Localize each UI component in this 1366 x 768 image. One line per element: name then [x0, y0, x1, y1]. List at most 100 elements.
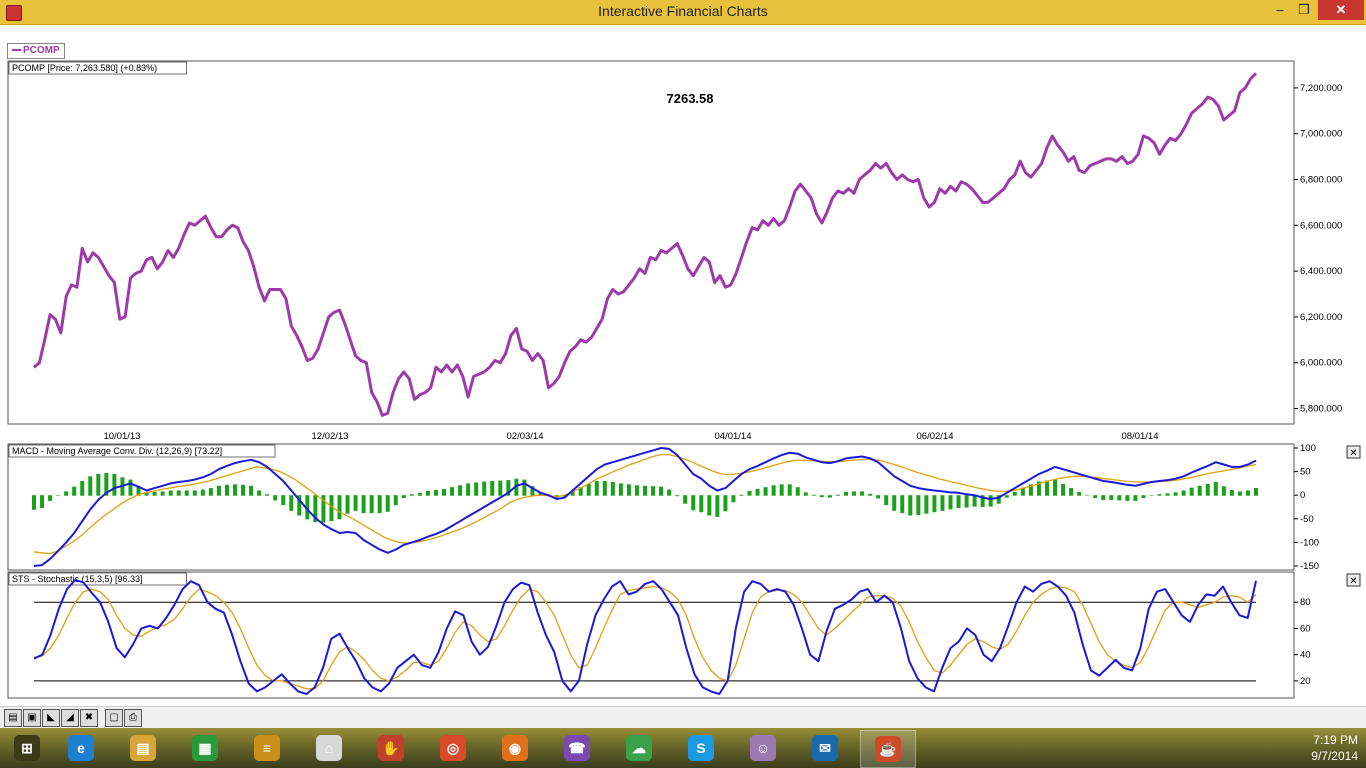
taskbar-clock[interactable]: 7:19 PM 9/7/2014 [1311, 732, 1358, 764]
y-tick-label: 60 [1300, 623, 1311, 634]
taskbar-file-explorer[interactable]: ▤ [116, 730, 170, 766]
taskbar-java-app[interactable]: ☕ [860, 730, 916, 768]
macd-histogram-bar [1229, 490, 1234, 496]
macd-histogram-bar [40, 495, 45, 508]
clock-time: 7:19 PM [1313, 733, 1358, 747]
macd-histogram-bar [803, 492, 808, 496]
macd-histogram-bar [610, 481, 615, 496]
x-tick-label: 12/02/13 [312, 431, 349, 442]
taskbar-firefox[interactable]: ◉ [488, 730, 542, 766]
y-tick-label: 7,000.000 [1300, 129, 1342, 140]
macd-histogram-bar [675, 495, 680, 497]
macd-histogram-bar [385, 495, 390, 512]
java-app-icon: ☕ [875, 736, 901, 762]
y-tick-label: 40 [1300, 650, 1311, 661]
chart-toolbar: ▤ ▣ ◣ ◢ ✖ ▢ ⎙ [0, 706, 1366, 729]
macd-histogram-bar [401, 495, 406, 499]
taskbar-viber[interactable]: ☎ [550, 730, 604, 766]
y-tick-label: 50 [1300, 467, 1311, 478]
macd-histogram-bar [48, 495, 53, 501]
macd-histogram-bar [1157, 494, 1162, 496]
macd-histogram-bar [739, 494, 744, 496]
macd-histogram-bar [168, 490, 173, 496]
macd-histogram-bar [216, 485, 221, 496]
macd-histogram-bar [868, 493, 873, 496]
taskbar-store[interactable]: ▦ [178, 730, 232, 766]
macd-histogram-bar [1205, 483, 1210, 496]
print-button[interactable]: ⎙ [124, 709, 142, 727]
y-tick-label: 6,800.000 [1300, 175, 1342, 186]
taskbar-notes-app[interactable]: ≡ [240, 730, 294, 766]
macd-histogram-bar [964, 495, 969, 508]
y-tick-label: 6,200.000 [1300, 312, 1342, 323]
home-app-icon: ⌂ [316, 735, 342, 761]
macd-histogram-bar [1004, 495, 1009, 498]
macd-histogram-bar [1237, 491, 1242, 496]
y-tick-label: -150 [1300, 561, 1319, 572]
zoom-in-button[interactable]: ◣ [42, 709, 60, 727]
macd-histogram-bar [707, 495, 712, 516]
macd-histogram-bar [602, 481, 607, 496]
macd-histogram-bar [466, 483, 471, 496]
macd-histogram-bar [433, 490, 438, 496]
macd-histogram-bar [281, 495, 286, 506]
y-tick-label: 100 [1300, 443, 1316, 454]
notes-app-icon: ≡ [254, 735, 280, 761]
macd-histogram-bar [522, 479, 527, 496]
macd-histogram-bar [1213, 481, 1218, 496]
panel-1-header: MACD - Moving Average Conv. Div. (12,26,… [12, 446, 222, 456]
macd-histogram-bar [425, 490, 430, 496]
macd-histogram-bar [1077, 491, 1082, 496]
taskbar-chrome[interactable]: ◎ [426, 730, 480, 766]
macd-histogram-bar [651, 486, 656, 496]
macd-histogram-bar [932, 495, 937, 513]
legend-chip[interactable]: PCOMP [7, 43, 65, 59]
taskbar-home-app[interactable]: ⌂ [302, 730, 356, 766]
macd-histogram-bar [972, 495, 977, 507]
taskbar-cloud-app[interactable]: ☁ [612, 730, 666, 766]
macd-histogram-bar [289, 495, 294, 511]
taskbar-chat-app[interactable]: ☺ [736, 730, 790, 766]
macd-histogram-bar [1085, 495, 1090, 496]
taskbar-internet-explorer[interactable]: e [54, 730, 108, 766]
macd-histogram-bar [353, 495, 358, 511]
macd-histogram-bar [458, 485, 463, 496]
fit-button[interactable]: ▢ [105, 709, 123, 727]
macd-histogram-bar [795, 487, 800, 496]
firefox-icon: ◉ [502, 735, 528, 761]
taskbar-skype[interactable]: S [674, 730, 728, 766]
macd-histogram-bar [1181, 490, 1186, 496]
macd-histogram-bar [683, 495, 688, 504]
internet-explorer-icon: e [68, 735, 94, 761]
macd-histogram-bar [1101, 495, 1106, 500]
y-tick-label: 5,800.000 [1300, 404, 1342, 415]
macd-histogram-bar [948, 495, 953, 510]
taskbar-windows-start[interactable]: ⊞ [0, 730, 54, 766]
macd-histogram-bar [643, 485, 647, 496]
macd-histogram-bar [667, 489, 672, 496]
macd-histogram-bar [634, 485, 639, 496]
macd-histogram-bar [787, 484, 792, 496]
macd-histogram-bar [852, 491, 857, 496]
macd-histogram-bar [691, 495, 696, 511]
save-button[interactable]: ▣ [23, 709, 41, 727]
macd-histogram-bar [771, 485, 776, 496]
open-button[interactable]: ▤ [4, 709, 22, 727]
macd-histogram-bar [249, 485, 254, 496]
zoom-out-button[interactable]: ◢ [61, 709, 79, 727]
macd-histogram-bar [1197, 485, 1202, 496]
macd-histogram-bar [96, 473, 101, 496]
y-tick-label: 7,200.000 [1300, 83, 1342, 94]
reset-button[interactable]: ✖ [80, 709, 98, 727]
y-tick-label: 6,600.000 [1300, 220, 1342, 231]
chat-app-icon: ☺ [750, 735, 776, 761]
macd-histogram-bar [1061, 483, 1066, 496]
panel-0-header: PCOMP [Price: 7,263.580] (+0.83%) [12, 63, 157, 73]
macd-histogram-bar [208, 488, 213, 496]
last-price-label: 7263.58 [667, 91, 714, 106]
taskbar-mail-app[interactable]: ✉ [798, 730, 852, 766]
file-explorer-icon: ▤ [130, 735, 156, 761]
macd-histogram-bar [956, 495, 961, 508]
macd-histogram-bar [747, 490, 752, 496]
taskbar-hand-app[interactable]: ✋ [364, 730, 418, 766]
